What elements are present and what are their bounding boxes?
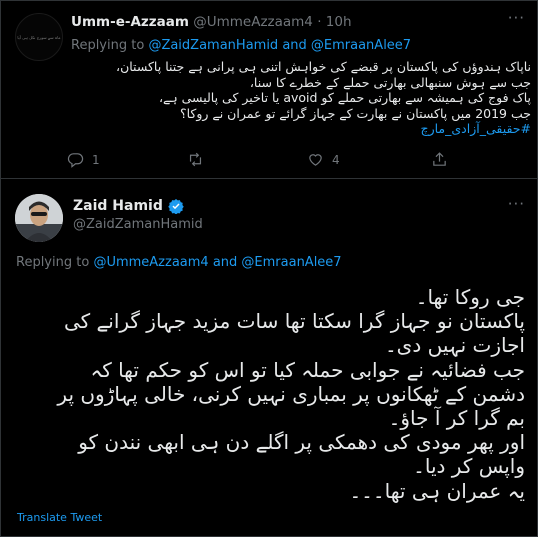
tweet-actions: 1 4 [67, 151, 537, 171]
retweet-button[interactable] [187, 151, 212, 168]
tweet-line: جب 2019 میں پاکستان نے بھارت کے جہاز گرا… [179, 105, 531, 121]
tweet-line: بم گرا کر آ جاؤ۔ [388, 406, 525, 431]
author-name[interactable]: Zaid Hamid [73, 198, 163, 214]
tweet-line: اور پھر مودی کی دھمکی پر اگلے دن ہی ابھی… [78, 430, 525, 455]
tweet-line: واپس کر دیا۔ [413, 454, 525, 479]
tweet-line: پاکستان نو جہاز گرا سکتا تھا سات مزید جہ… [64, 309, 525, 334]
replying-to: Replying to @ZaidZamanHamid and @EmraanA… [71, 38, 411, 53]
author-name-row: Zaid Hamid [73, 198, 184, 214]
heart-icon [309, 154, 322, 166]
avatar-text: ماہ سے سورج نکل ہی آیا [17, 34, 61, 40]
tweet-line: اجازت نہیں دی۔ [384, 333, 525, 358]
reply-tweet[interactable]: ماہ سے سورج نکل ہی آیا Umm-e-Azzaam @Umm… [1, 1, 537, 179]
verified-badge-icon [168, 199, 184, 214]
tweet-thread: ماہ سے سورج نکل ہی آیا Umm-e-Azzaam @Umm… [0, 0, 538, 537]
tweet-line: جب فضائیہ نے جوابی حملہ کیا تو اس کو حکم… [90, 357, 525, 382]
share-icon [433, 152, 446, 166]
retweet-icon [189, 152, 202, 167]
tweet-text: ناپاک ہندوؤں کی پاکستان پر قبضے کی خواہش… [71, 59, 531, 137]
replying-prefix: Replying to [71, 38, 145, 53]
tweet-line: جب سے ہوش سنبھالی بھارتی حملے کے خطرے کا… [249, 74, 531, 90]
avatar[interactable] [15, 194, 63, 242]
hashtag-link[interactable]: #حقیقی_آزادی_مارچ [71, 121, 531, 137]
tweet-line: دشمن کے ٹھکانوں پر بمباری نہیں کرنی، خال… [57, 381, 525, 406]
author-handle[interactable]: @UmmeAzzaam4 [193, 14, 313, 30]
share-button[interactable] [431, 151, 448, 168]
replying-to-link[interactable]: @UmmeAzzaam4 and @EmraanAlee7 [93, 255, 341, 270]
timestamp[interactable]: 10h [326, 14, 352, 30]
tweet-line: یہ عمران ہی تھا۔۔۔ [349, 478, 525, 503]
tweet-text: جی روکا تھا۔ پاکستان نو جہاز گرا سکتا تھ… [17, 285, 525, 503]
author-name[interactable]: Umm-e-Azzaam [71, 14, 189, 30]
reply-count: 1 [92, 152, 100, 167]
like-count: 4 [332, 152, 340, 167]
avatar[interactable]: ماہ سے سورج نکل ہی آیا [15, 13, 63, 61]
more-options-icon[interactable]: ··· [508, 9, 525, 27]
tweet-line: ناپاک ہندوؤں کی پاکستان پر قبضے کی خواہش… [116, 59, 531, 74]
translate-tweet-link[interactable]: Translate Tweet [17, 511, 102, 524]
separator-dot: · [317, 14, 322, 30]
profile-photo [15, 194, 63, 242]
author-handle[interactable]: @ZaidZamanHamid [73, 217, 203, 232]
reply-button[interactable]: 1 [67, 151, 100, 168]
replying-prefix: Replying to [16, 255, 90, 270]
reply-icon [67, 153, 84, 168]
replying-to: Replying to @UmmeAzzaam4 and @EmraanAlee… [16, 255, 342, 270]
tweet-line: جی روکا تھا۔ [415, 285, 525, 309]
more-options-icon[interactable]: ··· [508, 195, 525, 213]
tweet-header: Umm-e-Azzaam @UmmeAzzaam4 · 10h [71, 14, 352, 30]
tweet-line: پاک فوج کی ہمیشہ سے بھارتی حملے کو avoid… [158, 90, 531, 105]
like-button[interactable]: 4 [307, 151, 340, 168]
replying-to-link[interactable]: @ZaidZamanHamid and @EmraanAlee7 [148, 38, 411, 53]
main-tweet: Zaid Hamid @ZaidZamanHamid ··· Replying … [1, 179, 537, 536]
